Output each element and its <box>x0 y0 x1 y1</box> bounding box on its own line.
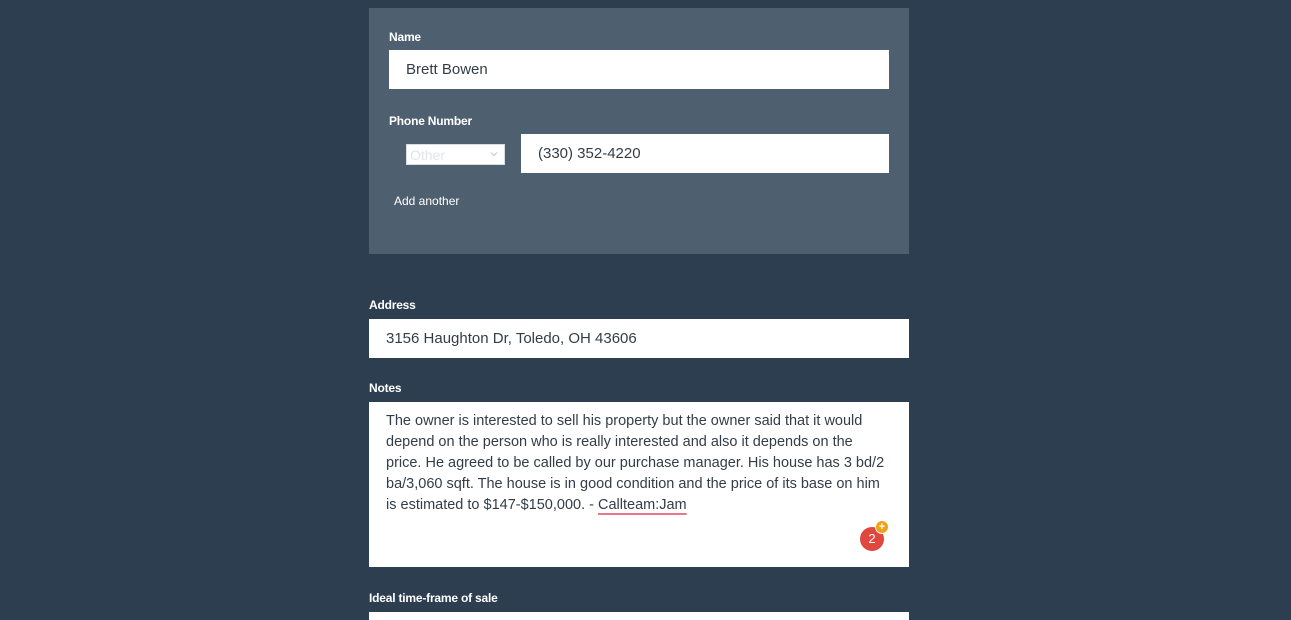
phone-number-label: Phone Number <box>389 114 472 128</box>
contact-form-page: Name Phone Number Other Add another Addr… <box>0 0 1291 620</box>
chevron-down-icon <box>490 152 498 157</box>
notes-text: The owner is interested to sell his prop… <box>386 411 889 516</box>
timeframe-label: Ideal time-frame of sale <box>369 591 498 605</box>
address-input[interactable] <box>369 319 909 358</box>
notes-label: Notes <box>369 381 402 395</box>
name-label: Name <box>389 30 421 44</box>
name-input[interactable] <box>389 50 889 89</box>
phone-number-input[interactable] <box>521 134 889 173</box>
add-another-phone-link[interactable]: Add another <box>394 194 459 208</box>
address-label: Address <box>369 298 416 312</box>
phone-type-value: Other <box>410 147 446 163</box>
plus-icon: + <box>875 520 889 534</box>
timeframe-input[interactable] <box>369 612 909 620</box>
phone-type-select[interactable]: Other <box>406 144 505 165</box>
notes-textarea[interactable]: The owner is interested to sell his prop… <box>369 402 909 567</box>
misspelled-word: Callteam:Jam <box>598 497 687 513</box>
contact-details-panel: Name Phone Number Other Add another <box>369 8 909 254</box>
